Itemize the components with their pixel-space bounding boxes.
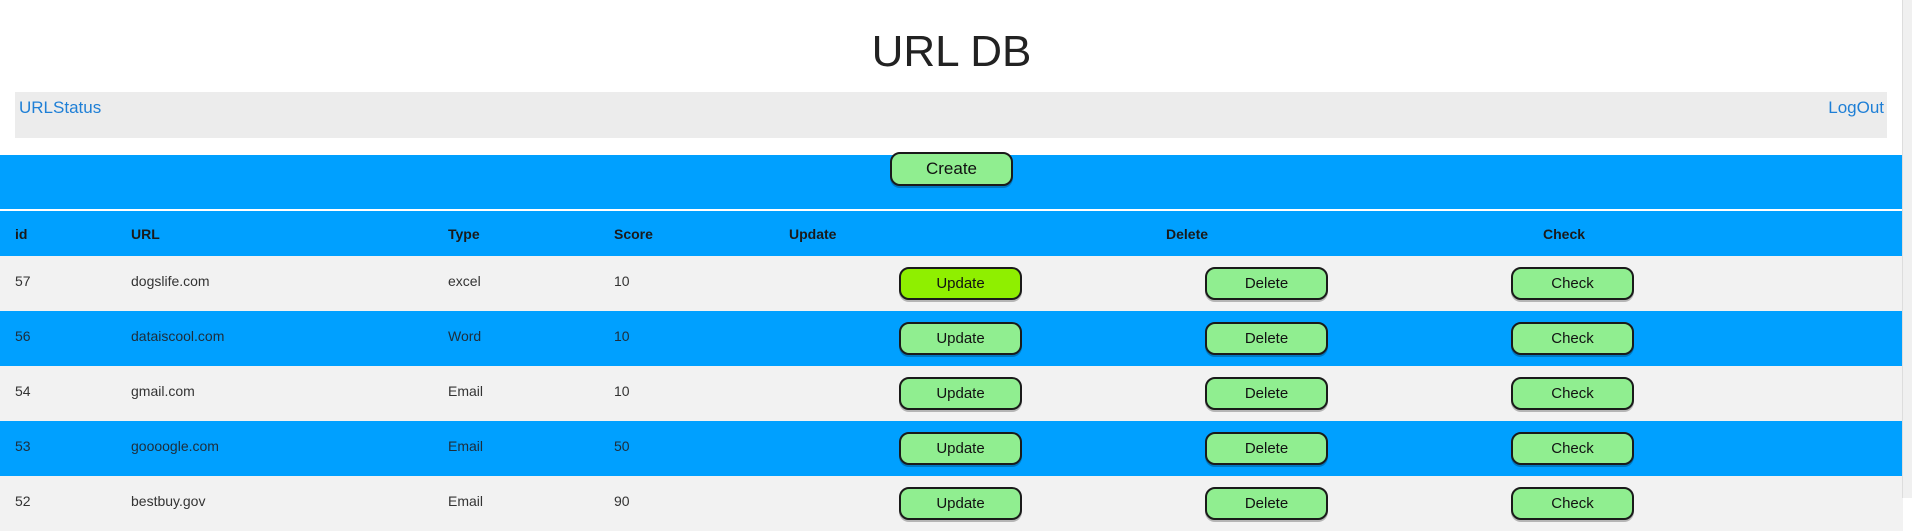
cell-type: Email: [448, 493, 484, 509]
cell-delete: Delete: [1151, 476, 1528, 531]
delete-button[interactable]: Delete: [1205, 322, 1328, 355]
navbar: URLStatus LogOut: [15, 92, 1887, 138]
cell-type: Email: [448, 383, 484, 399]
cell-url: dataiscool.com: [131, 328, 225, 344]
nav-link-logout[interactable]: LogOut: [1828, 98, 1884, 118]
page-scrollbar[interactable]: [1902, 0, 1912, 498]
cell-update: Update: [774, 476, 1151, 531]
delete-button[interactable]: Delete: [1205, 432, 1328, 465]
cell-delete: Delete: [1151, 311, 1528, 366]
table-row: 52 bestbuy.gov Email 90 Update Delete Ch…: [0, 476, 1903, 531]
cell-id: 52: [15, 493, 31, 509]
cell-check: Check: [1511, 366, 1903, 421]
cell-score: 10: [614, 328, 630, 344]
cell-score: 90: [614, 493, 630, 509]
page-title: URL DB: [871, 27, 1032, 76]
table-row: 57 dogslife.com excel 10 Update Delete C…: [0, 256, 1903, 311]
cell-type: Word: [448, 328, 482, 344]
cell-check: Check: [1511, 256, 1903, 311]
cell-type: Email: [448, 438, 484, 454]
cell-id: 53: [15, 438, 31, 454]
cell-score: 10: [614, 273, 630, 289]
cell-check: Check: [1511, 476, 1903, 531]
create-button[interactable]: Create: [890, 152, 1013, 186]
header-score: Score: [614, 225, 653, 242]
header-id: id: [15, 225, 28, 242]
update-button[interactable]: Update: [899, 432, 1022, 465]
check-button[interactable]: Check: [1511, 377, 1634, 410]
nav-link-urlstatus[interactable]: URLStatus: [19, 98, 101, 118]
url-table: id URL Type Score Update Delete Check 57…: [0, 211, 1903, 531]
cell-check: Check: [1511, 311, 1903, 366]
update-button[interactable]: Update: [899, 267, 1022, 300]
cell-id: 56: [15, 328, 31, 344]
check-button[interactable]: Check: [1511, 267, 1634, 300]
table-row: 53 goooogle.com Email 50 Update Delete C…: [0, 421, 1903, 476]
cell-update: Update: [774, 366, 1151, 421]
table-row: 54 gmail.com Email 10 Update Delete Chec…: [0, 366, 1903, 421]
cell-url: dogslife.com: [131, 273, 210, 289]
cell-check: Check: [1511, 421, 1903, 476]
cell-update: Update: [774, 256, 1151, 311]
delete-button[interactable]: Delete: [1205, 487, 1328, 520]
cell-id: 54: [15, 383, 31, 399]
cell-delete: Delete: [1151, 366, 1528, 421]
header-check: Check: [1543, 225, 1586, 242]
cell-url: gmail.com: [131, 383, 195, 399]
cell-type: excel: [448, 273, 481, 289]
update-button[interactable]: Update: [899, 322, 1022, 355]
table-header-row: id URL Type Score Update Delete Check: [0, 211, 1903, 256]
scrollbar-thumb[interactable]: [1904, 0, 1911, 498]
cell-delete: Delete: [1151, 421, 1528, 476]
check-button[interactable]: Check: [1511, 432, 1634, 465]
check-button[interactable]: Check: [1511, 487, 1634, 520]
update-button[interactable]: Update: [899, 487, 1022, 520]
delete-button[interactable]: Delete: [1205, 377, 1328, 410]
cell-delete: Delete: [1151, 256, 1528, 311]
cell-update: Update: [774, 421, 1151, 476]
table-row: 56 dataiscool.com Word 10 Update Delete …: [0, 311, 1903, 366]
cell-update: Update: [774, 311, 1151, 366]
cell-score: 10: [614, 383, 630, 399]
cell-url: goooogle.com: [131, 438, 219, 454]
header-type: Type: [448, 225, 480, 242]
check-button[interactable]: Check: [1511, 322, 1634, 355]
update-button[interactable]: Update: [899, 377, 1022, 410]
cell-id: 57: [15, 273, 31, 289]
cell-url: bestbuy.gov: [131, 493, 206, 509]
header-delete: Delete: [1166, 225, 1209, 242]
header-update: Update: [789, 225, 837, 242]
cell-score: 50: [614, 438, 630, 454]
delete-button[interactable]: Delete: [1205, 267, 1328, 300]
header-url: URL: [131, 225, 160, 242]
